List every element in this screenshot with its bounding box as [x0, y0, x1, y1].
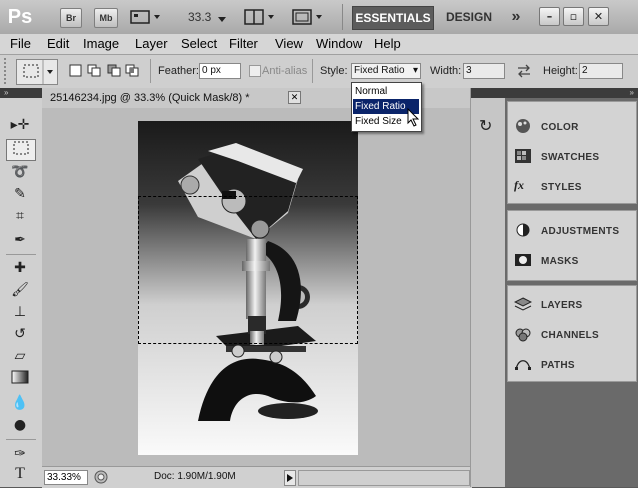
options-grip[interactable] [4, 58, 10, 84]
mouse-cursor-icon [407, 107, 421, 131]
crop-tool-icon[interactable]: ⌗ [6, 206, 34, 226]
history-brush-tool-icon[interactable]: ↺ [6, 324, 34, 344]
close-button[interactable]: ✕ [588, 7, 609, 26]
restore-button[interactable]: ▫ [563, 7, 584, 26]
zoom-level[interactable]: 33.3 [188, 10, 211, 24]
quick-selection-tool-icon[interactable]: ✎ [6, 184, 34, 204]
horizontal-scrollbar[interactable] [298, 470, 470, 486]
chevron-down-icon: ▾ [412, 65, 418, 76]
style-select[interactable]: Fixed Ratio ▾ [351, 63, 421, 79]
layers-panel-icon[interactable] [513, 296, 533, 315]
style-option-normal[interactable]: Normal [353, 84, 419, 99]
zoom-dropdown-icon[interactable] [218, 12, 226, 26]
extras-menu-icon[interactable] [130, 9, 160, 25]
status-doc-info: Doc: 1.90M/1.90M [154, 471, 236, 482]
menu-layer[interactable]: Layer [135, 36, 168, 51]
width-label: Width: [430, 65, 462, 77]
close-document-icon[interactable]: ✕ [288, 91, 301, 104]
color-panel-label[interactable]: COLOR [541, 122, 579, 133]
application-bar: Ps Br Mb 33.3 ESSENTIALS DESIGN » – ▫ ✕ [0, 0, 638, 35]
menu-help[interactable]: Help [374, 36, 401, 51]
swatches-panel-label[interactable]: SWATCHES [541, 152, 599, 163]
menu-edit[interactable]: Edit [47, 36, 69, 51]
menu-select[interactable]: Select [181, 36, 217, 51]
menu-file[interactable]: File [10, 36, 31, 51]
healing-brush-tool-icon[interactable]: ✚ [6, 258, 34, 278]
status-info-icon[interactable] [94, 470, 108, 487]
panel-dock-collapse-icon[interactable]: » [505, 88, 638, 98]
eyedropper-tool-icon[interactable]: ✒ [6, 230, 34, 250]
height-input[interactable]: 2 [579, 63, 623, 79]
feather-input[interactable]: 0 px [199, 63, 241, 79]
screen-mode-icon[interactable] [292, 9, 326, 28]
feather-label: Feather: [158, 65, 199, 77]
menu-image[interactable]: Image [83, 36, 119, 51]
menu-view[interactable]: View [275, 36, 303, 51]
layers-panel-label[interactable]: LAYERS [541, 300, 582, 311]
menu-filter[interactable]: Filter [229, 36, 258, 51]
paths-panel-icon[interactable] [514, 356, 532, 375]
workspace-essentials-button[interactable]: ESSENTIALS [352, 6, 434, 30]
style-select-value: Fixed Ratio [354, 65, 405, 76]
minibridge-button[interactable]: Mb [94, 8, 118, 28]
clone-stamp-tool-icon[interactable]: ⊥ [6, 302, 34, 322]
move-tool-icon[interactable]: ▸✛ [6, 115, 34, 135]
marquee-tool-icon[interactable] [6, 139, 36, 161]
brush-tool-icon[interactable]: 🖌 [6, 280, 34, 300]
eraser-tool-icon[interactable]: ▱ [6, 346, 34, 366]
options-bar: Feather: 0 px Anti-alias Style: Fixed Ra… [0, 55, 638, 89]
marquee-selection[interactable] [138, 196, 358, 344]
adjustments-panel-label[interactable]: ADJUSTMENTS [541, 226, 619, 237]
adjustments-panel-icon[interactable] [514, 222, 532, 241]
swap-width-height-icon[interactable] [517, 64, 531, 81]
antialias-label: Anti-alias [262, 65, 308, 77]
channels-panel-icon[interactable] [514, 326, 532, 345]
photoshop-logo: Ps [7, 6, 33, 28]
styles-panel-icon[interactable]: fx [514, 178, 524, 193]
separator [6, 254, 36, 255]
lasso-tool-icon[interactable]: ➰ [6, 162, 34, 182]
type-tool-icon[interactable]: T [6, 464, 34, 484]
arrange-documents-icon[interactable] [244, 9, 278, 28]
masks-panel-icon[interactable] [514, 252, 532, 271]
height-label: Height: [543, 65, 578, 77]
bridge-button[interactable]: Br [60, 8, 82, 28]
workspace-design-button[interactable]: DESIGN [440, 6, 498, 28]
gradient-tool-icon[interactable] [6, 370, 34, 390]
menu-window[interactable]: Window [316, 36, 362, 51]
tools-panel-collapse-icon[interactable]: » [0, 88, 42, 98]
separator [312, 59, 313, 83]
menu-bar: File Edit Image Layer Select Filter View… [0, 34, 638, 55]
masks-panel-label[interactable]: MASKS [541, 256, 579, 267]
separator [6, 439, 36, 440]
history-panel-icon[interactable]: ↻ [479, 116, 492, 136]
width-input[interactable]: 3 [463, 63, 505, 79]
pen-tool-icon[interactable]: ✑ [6, 444, 34, 464]
collapsed-panel-dock: ↻ [470, 88, 506, 487]
dock-header[interactable] [471, 88, 506, 98]
dodge-tool-icon[interactable]: ● [6, 415, 34, 435]
selection-mode-icons[interactable] [68, 63, 142, 82]
color-panel-icon[interactable] [514, 118, 532, 137]
styles-panel-label[interactable]: STYLES [541, 182, 582, 193]
separator [342, 4, 343, 30]
antialias-checkbox[interactable] [249, 65, 261, 77]
status-menu-arrow-icon[interactable] [284, 470, 296, 486]
more-workspaces-icon[interactable]: » [505, 6, 527, 28]
minimize-button[interactable]: – [539, 7, 560, 26]
status-zoom-field[interactable]: 33.33% [44, 470, 88, 485]
document-tab-title: 25146234.jpg @ 33.3% (Quick Mask/8) * [50, 92, 250, 104]
status-bar: 33.33% Doc: 1.90M/1.90M [42, 466, 472, 488]
blur-tool-icon[interactable]: 💧 [6, 393, 34, 413]
separator [150, 59, 151, 83]
channels-panel-label[interactable]: CHANNELS [541, 330, 599, 341]
swatches-panel-icon[interactable] [514, 148, 532, 167]
style-label: Style: [320, 65, 348, 77]
paths-panel-label[interactable]: PATHS [541, 360, 575, 371]
tool-preset-picker[interactable] [16, 59, 58, 85]
